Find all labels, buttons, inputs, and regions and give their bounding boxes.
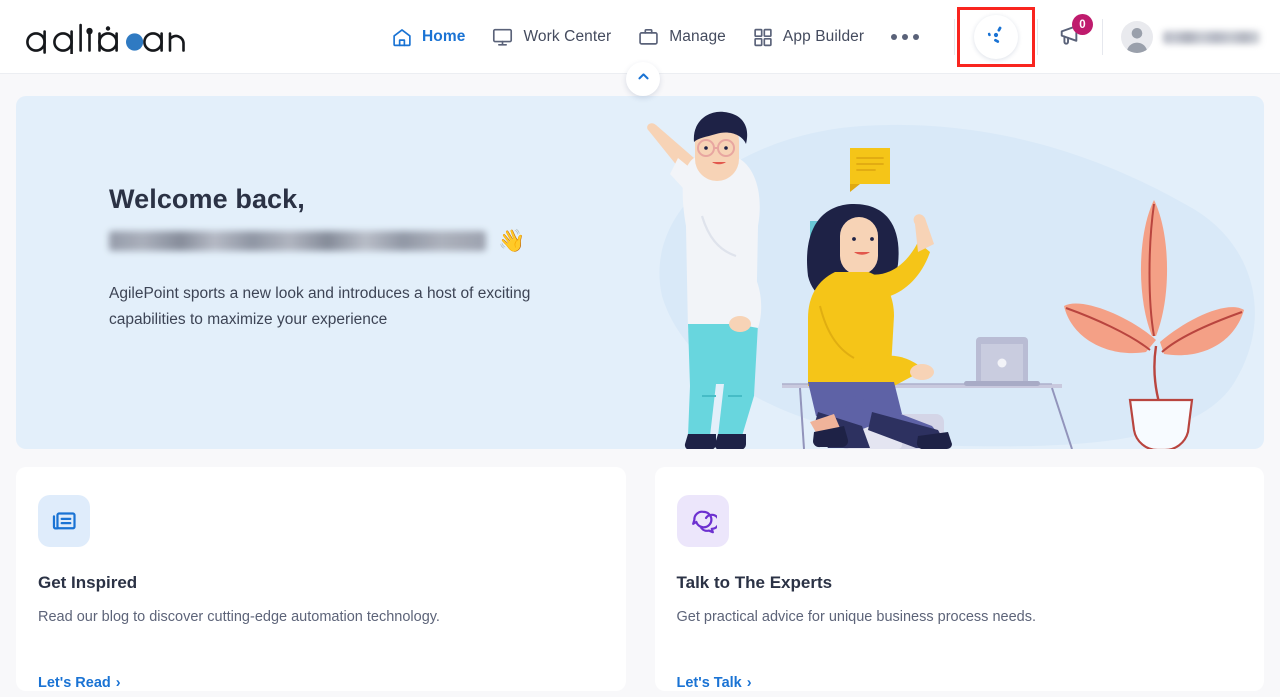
nav-label-manage: Manage xyxy=(669,28,726,45)
card-talk-to-experts[interactable]: Talk to The Experts Get practical advice… xyxy=(654,467,1264,691)
grid-icon xyxy=(752,27,774,48)
card-title: Talk to The Experts xyxy=(676,573,833,592)
nav-more-menu-button[interactable] xyxy=(877,9,935,65)
welcome-banner: Welcome back, 👋 AgilePoint sports a new … xyxy=(16,96,1264,449)
welcome-user-name-redacted xyxy=(109,231,486,251)
briefcase-icon xyxy=(637,26,660,48)
user-menu[interactable] xyxy=(1103,7,1280,67)
announcements-button[interactable]: 0 xyxy=(1038,7,1102,67)
user-name-redacted xyxy=(1163,30,1260,44)
announcements-badge: 0 xyxy=(1072,14,1093,35)
ellipsis-dot xyxy=(913,34,920,40)
chevron-right-icon: › xyxy=(115,675,121,691)
ai-assistant-wrapper xyxy=(957,7,1035,67)
nav-item-manage[interactable]: Manage xyxy=(624,9,739,65)
welcome-description: AgilePoint sports a new look and introdu… xyxy=(109,285,531,328)
card-description: Read our blog to discover cutting-edge a… xyxy=(38,609,440,625)
card-description: Get practical advice for unique business… xyxy=(676,609,1036,625)
lets-talk-link[interactable]: Let's Talk › xyxy=(677,675,752,691)
nav-item-app-builder[interactable]: App Builder xyxy=(739,9,877,65)
app-header: Home Work Center Manage App Builder 0 xyxy=(0,0,1280,96)
welcome-text-block: Welcome back, 👋 AgilePoint sports a new … xyxy=(109,184,629,333)
nav-label-home: Home xyxy=(422,28,466,45)
welcome-name-row: 👋 xyxy=(109,227,629,255)
card-link-label: Let's Talk xyxy=(676,675,742,691)
header-right-actions: 0 xyxy=(954,0,1280,74)
home-icon xyxy=(391,27,413,48)
header-divider xyxy=(954,19,955,55)
agilepoint-logo[interactable] xyxy=(22,17,197,57)
user-avatar-icon xyxy=(1126,28,1148,53)
card-title: Get Inspired xyxy=(38,573,138,592)
newspaper-icon xyxy=(38,495,90,547)
nav-item-work-center[interactable]: Work Center xyxy=(478,9,624,65)
chevron-right-icon: › xyxy=(746,675,752,691)
main-navigation: Home Work Center Manage App Builder xyxy=(378,0,935,74)
ellipsis-dot xyxy=(891,34,898,40)
agilepoint-logo-icon xyxy=(26,23,185,54)
chat-bubbles-icon xyxy=(676,495,729,547)
nav-label-app-builder: App Builder xyxy=(782,28,865,45)
welcome-illustration xyxy=(632,96,1264,449)
avatar xyxy=(1121,21,1153,53)
ai-pinwheel-icon xyxy=(984,23,1008,52)
card-link-label: Let's Read xyxy=(38,675,111,691)
nav-item-home[interactable]: Home xyxy=(378,9,478,65)
info-cards: Get Inspired Read our blog to discover c… xyxy=(16,467,1264,691)
lets-read-link[interactable]: Let's Read › xyxy=(38,675,121,691)
card-get-inspired[interactable]: Get Inspired Read our blog to discover c… xyxy=(16,467,626,691)
chevron-up-icon xyxy=(636,69,651,89)
page-content: Welcome back, 👋 AgilePoint sports a new … xyxy=(0,96,1280,691)
ellipsis-dot xyxy=(902,34,909,40)
nav-label-work-center: Work Center xyxy=(523,28,612,45)
welcome-greeting: Welcome back, xyxy=(109,184,305,214)
collapse-header-button[interactable] xyxy=(626,62,660,96)
monitor-icon xyxy=(491,26,514,48)
waving-hand-icon: 👋 xyxy=(498,228,526,253)
ai-assistant-button[interactable] xyxy=(974,15,1018,59)
